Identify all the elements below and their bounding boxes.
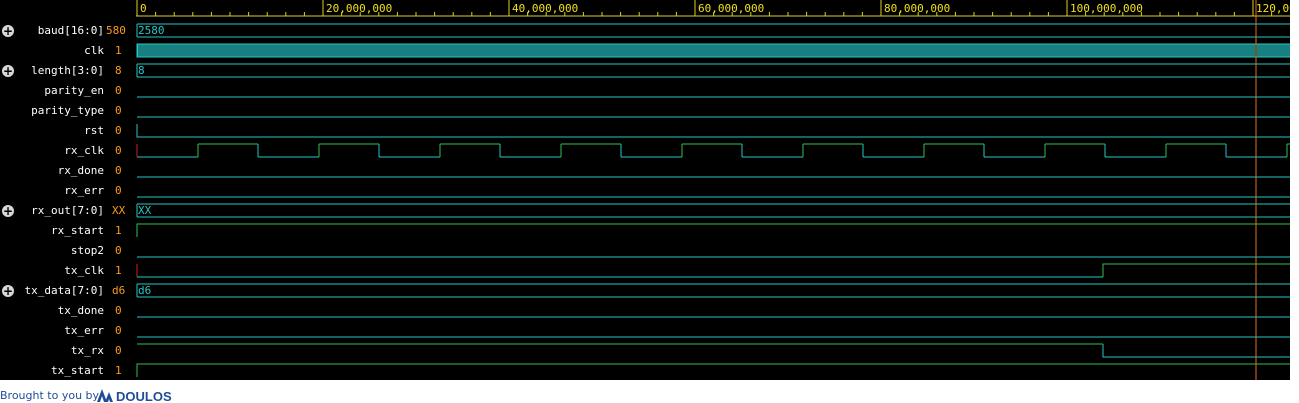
signal-row-rx-start[interactable]: rx_start 1 — [0, 221, 136, 241]
signal-value: 0 — [115, 344, 122, 357]
signal-name: tx_rx — [70, 344, 104, 357]
signal-name: tx_data[7:0] — [24, 284, 104, 297]
signal-row-rst[interactable]: rst 0 — [0, 121, 136, 141]
signal-value: 0 — [115, 84, 122, 97]
signal-value: 8 — [115, 64, 122, 77]
bus-value-label: 2580 — [138, 24, 165, 37]
signal-row-rx-done[interactable]: rx_done 0 — [0, 161, 136, 181]
signal-name: baud[16:0] — [37, 24, 104, 37]
bus-value-label: XX — [138, 204, 152, 217]
signal-row-parity-en[interactable]: parity_en 0 — [0, 81, 136, 101]
signal-value: XX — [112, 204, 126, 217]
signal-value: d6 — [112, 284, 126, 297]
wave-tx-start — [136, 363, 1290, 377]
signal-row-length[interactable]: + length[3:0] 8 — [0, 61, 136, 81]
wave-rx-start — [136, 223, 1290, 237]
signal-row-baud[interactable]: + baud[16:0] 580 — [0, 21, 136, 41]
signal-row-tx-data[interactable]: + tx_data[7:0] d6 — [0, 281, 136, 301]
signal-value: 1 — [115, 44, 122, 57]
signal-name: parity_en — [44, 84, 104, 97]
plus-circle-icon[interactable]: + — [2, 25, 14, 37]
signal-name: parity_type — [31, 104, 104, 117]
signal-name: tx_clk — [64, 264, 104, 277]
wave-rx-clk — [136, 143, 1290, 158]
signal-row-clk[interactable]: clk 1 — [0, 41, 136, 61]
signal-row-rx-err[interactable]: rx_err 0 — [0, 181, 136, 201]
signal-name: rst — [84, 124, 104, 137]
signal-name: length[3:0] — [31, 64, 104, 77]
doulos-logo-icon[interactable]: DOULOS — [96, 388, 176, 403]
plus-circle-icon[interactable]: + — [2, 285, 14, 297]
signal-value: 0 — [115, 164, 122, 177]
signal-name: clk — [84, 44, 104, 57]
signal-row-tx-done[interactable]: tx_done 0 — [0, 301, 136, 321]
wave-pane[interactable]: 2580 8 XX d6 — [136, 0, 1290, 380]
signal-name: rx_done — [57, 164, 104, 177]
signal-value: 0 — [115, 104, 122, 117]
signal-value: 0 — [115, 244, 122, 257]
wave-rx-out: XX — [136, 203, 1290, 218]
signal-value: 1 — [115, 224, 122, 237]
bus-value-label: 8 — [138, 64, 145, 77]
signal-row-parity-type[interactable]: parity_type 0 — [0, 101, 136, 121]
signal-value: 0 — [115, 304, 122, 317]
signal-name: tx_done — [57, 304, 104, 317]
signal-value: 1 — [115, 264, 122, 277]
wave-tx-data: d6 — [136, 283, 1290, 298]
signal-value: 0 — [115, 144, 122, 157]
plus-circle-icon[interactable]: + — [2, 65, 14, 77]
signal-row-tx-err[interactable]: tx_err 0 — [0, 321, 136, 341]
signal-row-tx-start[interactable]: tx_start 1 — [0, 361, 136, 380]
signal-value: 580 — [106, 24, 126, 37]
signal-row-rx-clk[interactable]: rx_clk 0 — [0, 141, 136, 161]
footer — [0, 380, 1299, 403]
signal-value: 1 — [115, 364, 122, 377]
signal-name: rx_clk — [64, 144, 104, 157]
waveform-viewer: + baud[16:0] 580 clk 1 + length[3:0] 8 parity_en… — [0, 0, 1290, 380]
signal-row-stop2[interactable]: stop2 0 — [0, 241, 136, 261]
plus-circle-icon[interactable]: + — [2, 205, 14, 217]
signal-name-pane: + baud[16:0] 580 clk 1 + length[3:0] 8 parity_en… — [0, 0, 136, 380]
doulos-logo-text: DOULOS — [116, 389, 172, 403]
wave-tx-clk — [136, 263, 1290, 278]
signal-value: 0 — [115, 324, 122, 337]
signal-name: rx_err — [64, 184, 104, 197]
wave-length: 8 — [136, 63, 1290, 78]
signal-name: rx_start — [51, 224, 104, 237]
signal-name: tx_start — [51, 364, 104, 377]
signal-name: tx_err — [64, 324, 104, 337]
wave-tx-rx — [137, 343, 1290, 358]
signal-name: stop2 — [70, 244, 104, 257]
signal-row-rx-out[interactable]: + rx_out[7:0] XX — [0, 201, 136, 221]
bus-value-label: d6 — [138, 284, 151, 297]
wave-clk — [136, 43, 1290, 58]
signal-name: rx_out[7:0] — [31, 204, 104, 217]
brought-to-you-text: Brought to you by — [0, 389, 100, 402]
wave-rst — [136, 124, 1290, 138]
signal-row-tx-rx[interactable]: tx_rx 0 — [0, 341, 136, 361]
signal-value: 0 — [115, 184, 122, 197]
right-edge-strip — [1290, 0, 1299, 380]
wave-baud: 2580 — [136, 23, 1290, 38]
signal-value: 0 — [115, 124, 122, 137]
signal-row-tx-clk[interactable]: tx_clk 1 — [0, 261, 136, 281]
